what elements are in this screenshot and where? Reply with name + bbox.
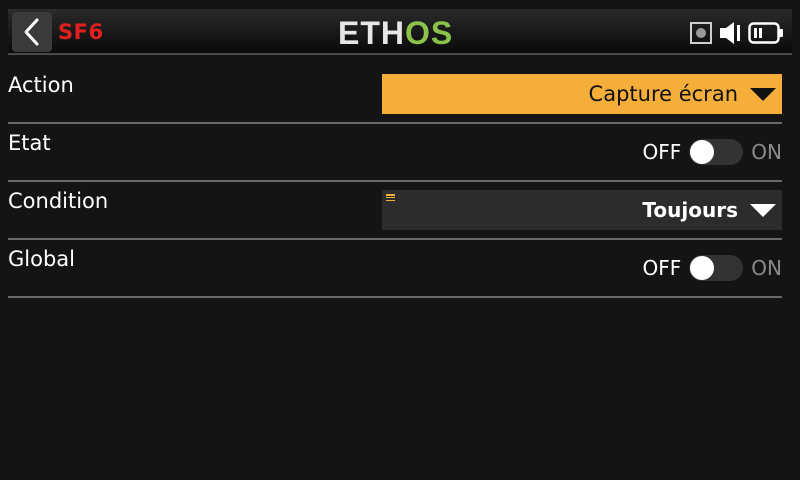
global-toggle-group: OFF ON xyxy=(643,248,782,288)
etat-label: Etat xyxy=(8,131,51,155)
menu-flag-icon xyxy=(386,194,395,201)
row-action: Action Capture écran xyxy=(8,66,782,124)
logo-text-os: OS xyxy=(405,15,454,51)
toggle-knob xyxy=(690,256,715,280)
etat-toggle-group: OFF ON xyxy=(643,132,782,172)
chevron-left-icon xyxy=(24,18,39,46)
action-label: Action xyxy=(8,73,74,97)
battery-icon xyxy=(748,22,783,44)
condition-select[interactable]: Toujours xyxy=(382,190,782,230)
global-toggle[interactable] xyxy=(689,255,744,281)
etat-on-label: ON xyxy=(751,140,782,164)
global-off-label: OFF xyxy=(642,256,682,280)
global-on-label: ON xyxy=(751,256,782,280)
page-code: SF6 xyxy=(58,20,104,44)
header: SF6 ETHOS xyxy=(0,0,800,58)
action-select-value: Capture écran xyxy=(588,82,738,106)
dropdown-arrow-icon xyxy=(750,204,776,217)
speaker-icon xyxy=(720,22,740,44)
row-condition: Condition Toujours xyxy=(8,182,782,240)
record-icon xyxy=(690,22,712,44)
etat-toggle[interactable] xyxy=(689,139,744,165)
dropdown-arrow-icon xyxy=(750,88,776,101)
action-select[interactable]: Capture écran xyxy=(382,74,782,114)
back-button[interactable] xyxy=(12,12,52,52)
etat-off-label: OFF xyxy=(642,140,682,164)
toggle-knob xyxy=(690,140,715,164)
row-global: Global OFF ON xyxy=(8,240,782,298)
logo-text-eth: ETH xyxy=(338,15,405,51)
condition-select-value: Toujours xyxy=(642,198,738,222)
global-label: Global xyxy=(8,247,75,271)
condition-label: Condition xyxy=(8,189,109,213)
status-icons xyxy=(690,20,784,46)
row-etat: Etat OFF ON xyxy=(8,124,782,182)
ethos-logo: ETHOS xyxy=(338,16,453,50)
